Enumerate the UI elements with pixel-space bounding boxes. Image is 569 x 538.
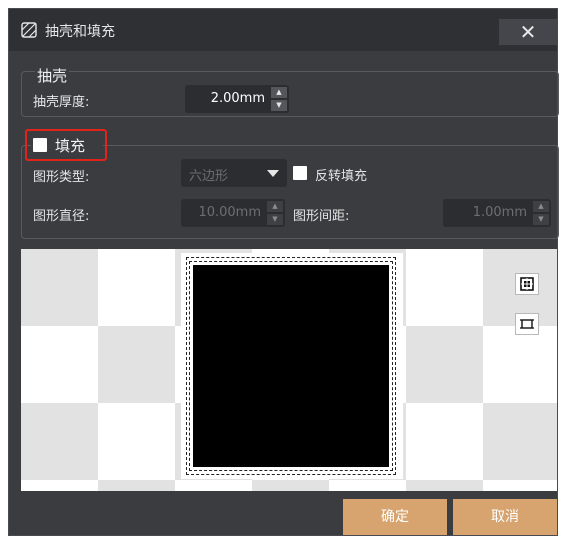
frame-icon: [520, 319, 534, 329]
preview-canvas[interactable]: [21, 249, 557, 491]
fit-view-icon: [520, 277, 534, 291]
fit-view-button[interactable]: [515, 273, 539, 295]
checker-cell: [21, 249, 98, 326]
frame-button[interactable]: [515, 313, 539, 335]
close-icon: ✕: [519, 20, 537, 44]
checker-cell: [21, 403, 98, 480]
chevron-down-icon: [267, 170, 279, 177]
app-icon: [21, 22, 37, 38]
decrement-arrow-icon[interactable]: ▼: [267, 214, 283, 225]
checker-cell: [406, 326, 483, 403]
shape-spacing-label: 图形间距:: [293, 209, 350, 224]
invert-fill-label: 反转填充: [315, 169, 368, 184]
title-bar[interactable]: 抽壳和填充 ✕: [9, 9, 557, 51]
shape-diameter-label: 图形直径:: [33, 209, 90, 224]
shape-type-value: 六边形: [189, 169, 229, 184]
shell-group-title: 抽壳: [35, 65, 70, 86]
checker-cell: [406, 480, 483, 491]
preview-shape[interactable]: [193, 265, 389, 467]
checker-cell: [252, 480, 329, 491]
shape-type-label: 图形类型:: [33, 170, 90, 185]
shape-diameter-stepper[interactable]: 10.00mm ▲ ▼: [181, 199, 285, 227]
shell-fill-dialog: 抽壳和填充 ✕ 抽壳 抽壳厚度: 2.00mm ▲ ▼ 填充 图形类型: 六边形…: [8, 8, 559, 536]
increment-arrow-icon[interactable]: ▲: [533, 201, 549, 212]
increment-arrow-icon[interactable]: ▲: [267, 201, 283, 212]
cancel-button[interactable]: 取消: [453, 499, 557, 535]
close-button[interactable]: ✕: [499, 19, 557, 45]
shell-thickness-value[interactable]: 2.00mm: [211, 91, 265, 106]
decrement-arrow-icon[interactable]: ▼: [533, 214, 549, 225]
window-title: 抽壳和填充: [45, 24, 115, 40]
checker-cell: [483, 403, 557, 480]
invert-fill-checkbox[interactable]: [293, 166, 307, 180]
fill-group-title: 填充: [55, 137, 86, 155]
decrement-arrow-icon[interactable]: ▼: [271, 100, 287, 111]
shape-spacing-stepper[interactable]: 1.00mm ▲ ▼: [443, 199, 551, 227]
shape-spacing-value[interactable]: 1.00mm: [473, 205, 527, 220]
shell-thickness-stepper[interactable]: 2.00mm ▲ ▼: [185, 85, 289, 113]
shell-thickness-label: 抽壳厚度:: [33, 95, 90, 110]
increment-arrow-icon[interactable]: ▲: [271, 87, 287, 98]
checker-cell: [98, 326, 175, 403]
checker-cell: [98, 480, 175, 491]
shape-diameter-value[interactable]: 10.00mm: [198, 205, 261, 220]
shape-type-select[interactable]: 六边形: [181, 159, 287, 187]
confirm-button[interactable]: 确定: [343, 499, 447, 535]
shell-group: [21, 71, 559, 117]
fill-checkbox[interactable]: [33, 138, 47, 152]
